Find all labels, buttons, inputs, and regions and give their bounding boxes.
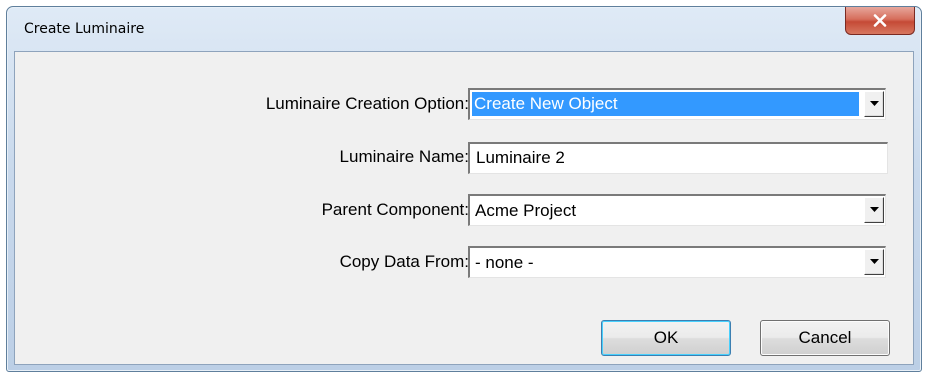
cancel-button-label: Cancel xyxy=(798,328,852,347)
ok-button[interactable]: OK xyxy=(601,320,731,356)
copy-data-from-dropdown-button[interactable] xyxy=(864,249,884,275)
cancel-button[interactable]: Cancel xyxy=(760,320,890,356)
copy-data-from-value: - none - xyxy=(475,253,534,272)
title-bar[interactable]: Create Luminaire xyxy=(7,7,921,51)
creation-option-value: Create New Object xyxy=(472,92,859,116)
parent-component-value: Acme Project xyxy=(475,201,577,220)
luminaire-name-label: Luminaire Name: xyxy=(339,147,469,166)
parent-component-label: Parent Component: xyxy=(321,200,469,219)
parent-component-select[interactable]: Acme Project xyxy=(468,194,886,226)
close-icon xyxy=(873,14,887,27)
creation-option-select[interactable]: Create New Object xyxy=(468,88,886,120)
parent-component-dropdown-button[interactable] xyxy=(864,197,884,223)
chevron-down-icon xyxy=(869,207,879,212)
create-luminaire-dialog: Create Luminaire Luminaire Creation Opti… xyxy=(6,6,922,372)
copy-data-from-label: Copy Data From: xyxy=(339,252,469,271)
dialog-title: Create Luminaire xyxy=(24,21,145,37)
ok-button-label: OK xyxy=(653,328,679,347)
creation-option-dropdown-button[interactable] xyxy=(864,91,884,117)
dialog-body: Luminaire Creation Option: Create New Ob… xyxy=(14,51,914,365)
luminaire-name-input[interactable] xyxy=(472,145,876,171)
creation-option-label: Luminaire Creation Option: xyxy=(265,94,469,113)
chevron-down-icon xyxy=(869,259,879,264)
luminaire-name-field[interactable] xyxy=(468,142,888,174)
close-button[interactable] xyxy=(845,7,915,35)
copy-data-from-select[interactable]: - none - xyxy=(468,246,886,278)
chevron-down-icon xyxy=(869,101,879,106)
